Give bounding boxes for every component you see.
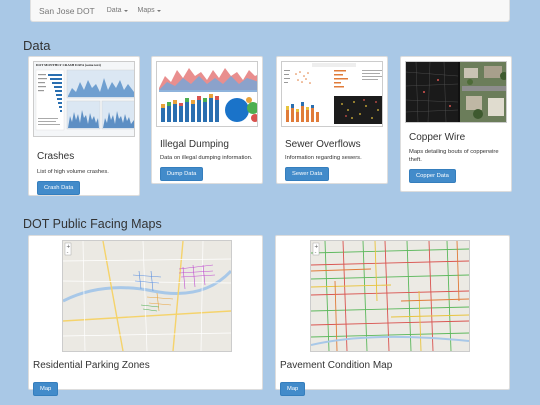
- illegal-dumping-card: Illegal Dumping Data on illegal dumping …: [151, 56, 263, 184]
- parking-zones-title: Residential Parking Zones: [33, 360, 150, 371]
- data-section-title: Data: [23, 38, 51, 53]
- crashes-title: Crashes: [37, 151, 75, 162]
- svg-text:-: -: [67, 250, 69, 256]
- navbar-brand[interactable]: San Jose DOT: [39, 6, 95, 16]
- copper-title: Copper Wire: [409, 132, 466, 143]
- dumping-title: Illegal Dumping: [160, 139, 229, 150]
- nav-data-dropdown[interactable]: Data: [107, 7, 128, 14]
- dumping-thumbnail[interactable]: [156, 61, 258, 127]
- dump-data-button[interactable]: Dump Data: [160, 167, 204, 181]
- dumping-description: Data on illegal dumping information.: [160, 155, 253, 161]
- crash-data-button[interactable]: Crash Data: [37, 181, 81, 195]
- sewer-thumbnail[interactable]: [281, 61, 383, 127]
- parking-map-button[interactable]: Map: [33, 382, 59, 396]
- copper-description: Maps detailing bouts of copperwire theft…: [409, 149, 499, 163]
- pavement-map-thumbnail[interactable]: + -: [310, 240, 470, 352]
- pavement-condition-card: + - Pavement Condition Map Map: [275, 235, 510, 396]
- parking-map-thumbnail[interactable]: + -: [62, 240, 232, 352]
- pavement-map-graphic: + -: [311, 241, 469, 351]
- top-navbar: San Jose DOT Data Maps: [30, 0, 510, 22]
- svg-text:-: -: [315, 250, 317, 256]
- crashes-dashboard-graphic: [35, 69, 134, 131]
- copper-wire-card: Copper Wire Maps detailing bouts of copp…: [400, 56, 512, 192]
- dumping-dashboard-graphic: [159, 68, 257, 122]
- copper-thumbnail[interactable]: [405, 61, 507, 123]
- sewer-overflows-card: Sewer Overflows Information regarding se…: [276, 56, 388, 184]
- sewer-data-button[interactable]: Sewer Data: [285, 167, 330, 181]
- nav-maps-label: Maps: [137, 7, 155, 14]
- sewer-description: Information regarding sewers.: [285, 155, 362, 161]
- sewer-title: Sewer Overflows: [285, 139, 361, 150]
- copper-map-graphic: [406, 62, 506, 122]
- pavement-map-button[interactable]: Map: [280, 382, 306, 396]
- caret-down-icon: [156, 9, 161, 12]
- crashes-thumbnail[interactable]: DOT MONTHLY CRASH DATA (some text): [33, 61, 135, 137]
- nav-data-label: Data: [106, 7, 122, 14]
- parking-map-graphic: + -: [63, 241, 231, 351]
- copper-data-button[interactable]: Copper Data: [409, 169, 456, 183]
- maps-section-title: DOT Public Facing Maps: [23, 217, 162, 231]
- crashes-card: DOT MONTHLY CRASH DATA (some text) Crash…: [28, 56, 140, 196]
- crashes-description: List of high volume crashes.: [37, 169, 109, 175]
- pavement-title: Pavement Condition Map: [280, 360, 393, 371]
- parking-zones-card: + - Residential Parking Zones Map: [28, 235, 263, 396]
- caret-down-icon: [123, 9, 128, 12]
- sewer-dashboard-graphic: [284, 63, 382, 124]
- nav-maps-dropdown[interactable]: Maps: [138, 7, 161, 14]
